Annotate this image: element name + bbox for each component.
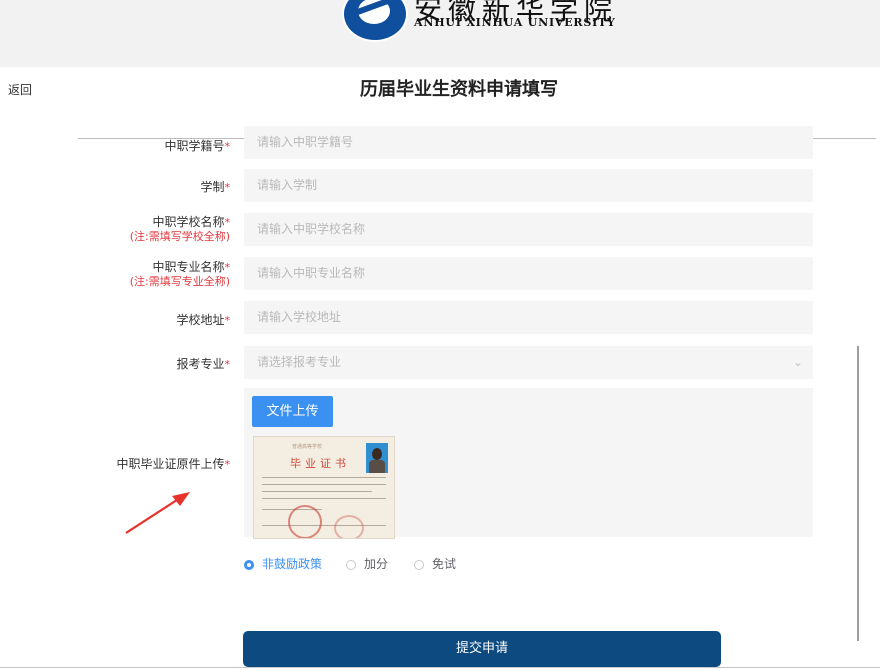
certificate-thumbnail[interactable]: 普通高等学校 毕业证书 [253, 436, 395, 539]
back-link[interactable]: 返回 [8, 81, 32, 98]
chevron-down-icon[interactable]: ⌄ [793, 346, 803, 379]
radio-checked-icon [244, 560, 254, 570]
radio-label: 免试 [432, 557, 457, 571]
select-placeholder: 请选择报考专业 [257, 355, 342, 369]
upload-label: 中职毕业证原件上传 [116, 457, 225, 471]
field-note: (注:需填写学校全称) [129, 230, 230, 243]
field-label: 中职学籍号 [164, 139, 225, 153]
certificate-header: 普通高等学校 [292, 444, 323, 450]
certificate-seal [288, 505, 322, 538]
field-label: 中职专业名称 [152, 260, 225, 274]
certificate-title: 毕业证书 [290, 457, 350, 470]
red-arrow-icon [125, 492, 190, 534]
field-label: 学制 [200, 180, 225, 194]
school-address-input[interactable]: 请输入学校地址 [244, 301, 813, 334]
school-name-input[interactable]: 请输入中职学校名称 [244, 213, 813, 246]
radio-unchecked-icon [414, 560, 424, 570]
radio-non-incentive[interactable]: 非鼓励政策 [244, 555, 322, 572]
submit-button[interactable]: 提交申请 [243, 631, 721, 667]
radio-label: 非鼓励政策 [262, 557, 323, 571]
field-label: 报考专业 [176, 357, 225, 371]
student-photo [366, 443, 388, 473]
university-name-en: ANHUI XINHUA UNIVERSITY [414, 16, 616, 29]
required-mark: * [224, 358, 231, 371]
radio-label: 加分 [364, 557, 389, 571]
university-emblem-icon [342, 0, 408, 42]
required-mark: * [224, 458, 231, 471]
required-mark: * [224, 140, 231, 153]
radio-unchecked-icon [346, 560, 356, 570]
bottom-divider [0, 667, 880, 668]
required-mark: * [224, 314, 231, 327]
upload-area: 文件上传 普通高等学校 毕业证书 [244, 388, 813, 539]
apply-major-select[interactable]: 请选择报考专业 ⌄ [244, 346, 813, 379]
required-mark: * [224, 216, 231, 229]
duration-input[interactable]: 请输入学制 [244, 169, 813, 202]
certificate-stamp [334, 515, 364, 538]
radio-bonus-points[interactable]: 加分 [346, 555, 388, 572]
field-label: 中职学校名称 [152, 215, 225, 229]
radio-exam-exempt[interactable]: 免试 [414, 555, 456, 572]
student-id-input[interactable]: 请输入中职学籍号 [244, 126, 813, 159]
university-logo: 安徽新华学院 ANHUI XINHUA UNIVERSITY [340, 0, 640, 42]
field-note: (注:需填写专业全称) [129, 275, 230, 288]
page-title: 历届毕业生资料申请填写 [360, 79, 558, 100]
upload-label-wrap: 中职毕业证原件上传* [116, 455, 230, 472]
field-label: 学校地址 [176, 313, 225, 327]
major-name-input[interactable]: 请输入中职专业名称 [244, 257, 813, 290]
required-mark: * [224, 261, 231, 274]
file-upload-button[interactable]: 文件上传 [252, 396, 333, 427]
required-mark: * [224, 181, 231, 194]
scrollbar[interactable] [857, 346, 859, 641]
top-banner: 安徽新华学院 ANHUI XINHUA UNIVERSITY [0, 0, 880, 67]
